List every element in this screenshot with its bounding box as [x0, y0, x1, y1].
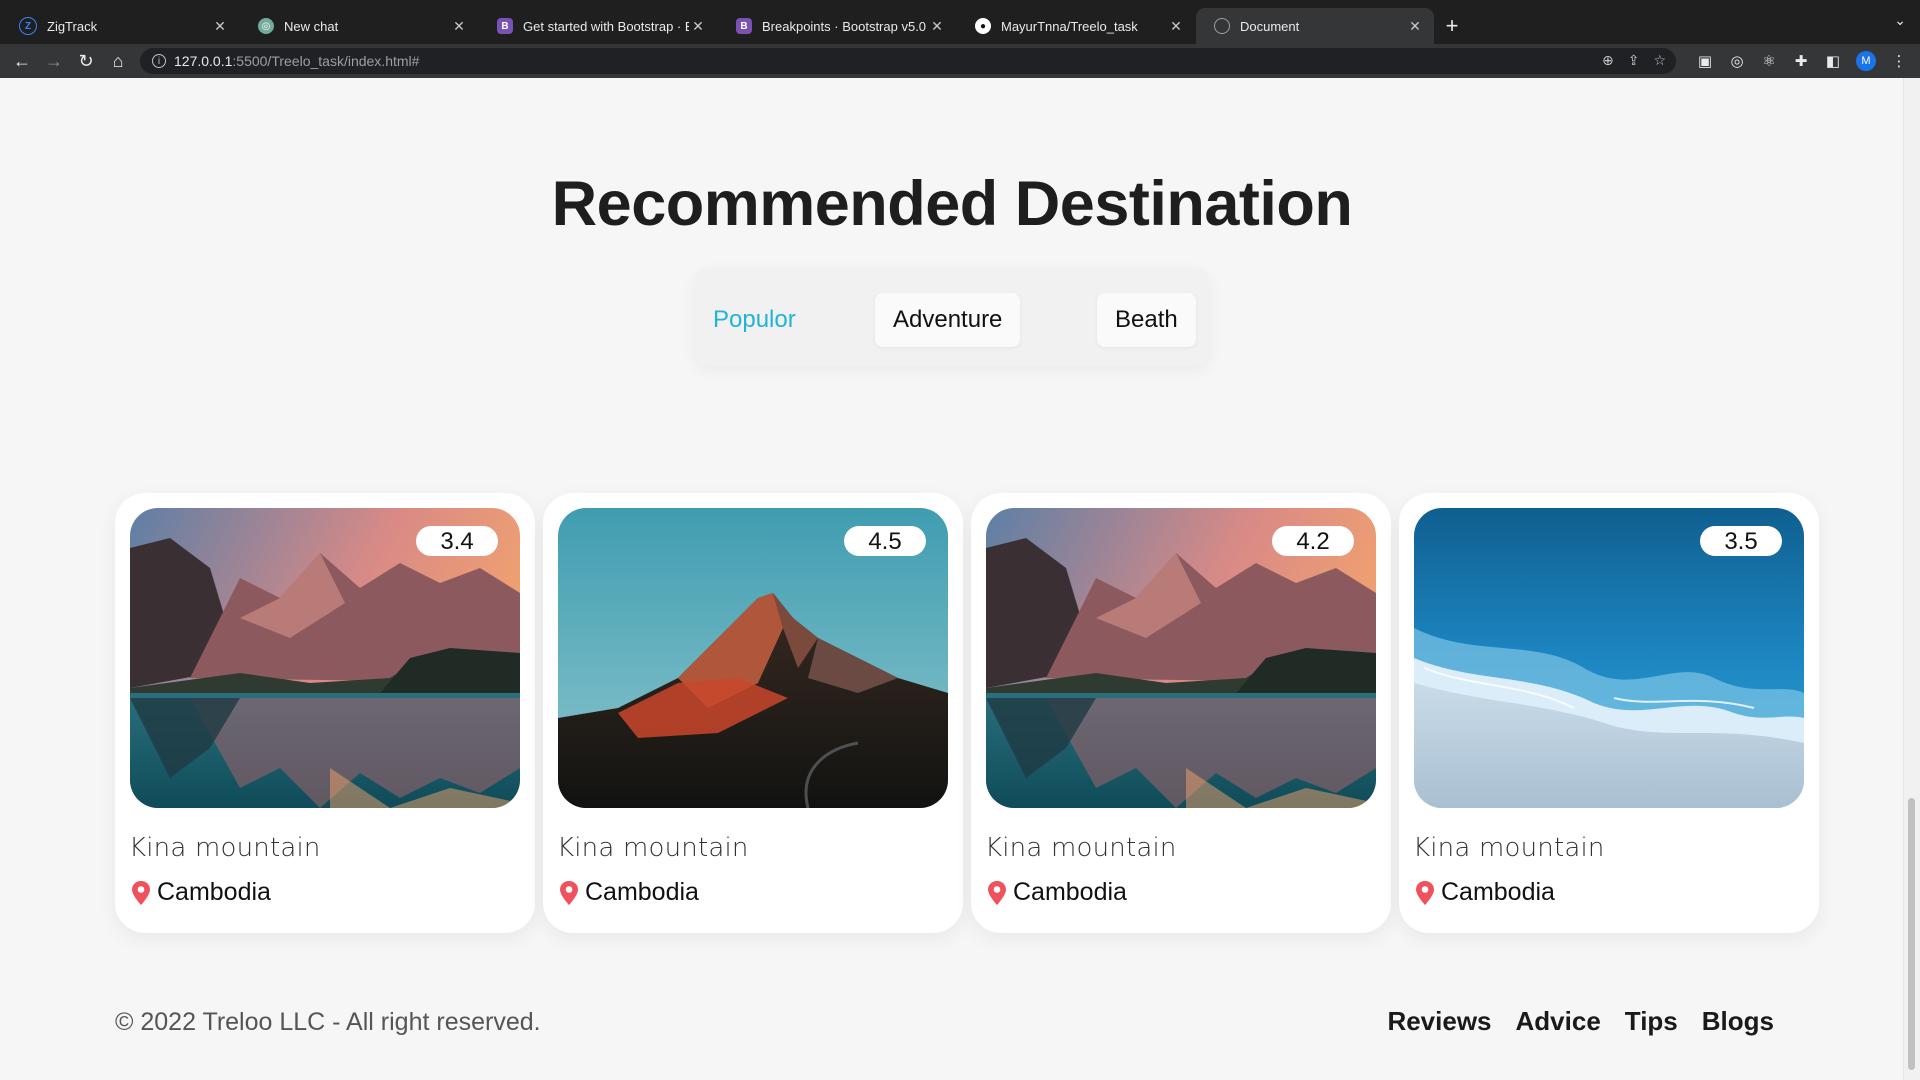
browser-toolbar: ← → ↻ ⌂ i 127.0.0.1 :5500/Treelo_task/in… — [0, 44, 1920, 78]
bootstrap-icon: B — [736, 18, 752, 34]
chatgpt-icon: ◎ — [258, 18, 274, 34]
tab-title: ZigTrack — [47, 18, 98, 34]
location-pin-icon — [560, 880, 578, 905]
destination-photo-ocean-beach: 3.5 — [1414, 508, 1804, 808]
destination-photo-lake-mountain: 4.2 — [986, 508, 1376, 808]
browser-tab[interactable]: B Breakpoints · Bootstrap v5.0 ✕ — [718, 8, 956, 44]
destination-name: Kina mountain — [557, 833, 749, 863]
destination-name: Kina mountain — [1413, 833, 1605, 863]
browser-tab[interactable]: ● MayurTnna/Treelo_task ✕ — [957, 8, 1195, 44]
section-title: Recommended Destination — [551, 169, 1353, 239]
filter-tab-popular[interactable]: Populor — [695, 293, 814, 347]
destination-photo-lake-mountain: 3.4 — [130, 508, 520, 808]
destination-card[interactable]: 3.5 Kina mountain Cambodia — [1399, 493, 1819, 933]
destination-country: Cambodia — [1013, 878, 1127, 906]
location-pin-icon — [988, 880, 1006, 905]
zoom-icon[interactable]: ⊕ — [1602, 52, 1614, 69]
destination-country: Cambodia — [157, 878, 271, 906]
reload-icon[interactable]: ↻ — [70, 51, 102, 72]
footer-nav: Reviews Advice Tips Blogs — [1387, 1006, 1774, 1037]
zigtrack-icon: Z — [19, 17, 37, 35]
home-icon[interactable]: ⌂ — [102, 51, 134, 72]
rating-badge: 3.4 — [416, 526, 498, 556]
url-host: 127.0.0.1 — [174, 53, 233, 69]
extension-target-icon[interactable]: ◎ — [1728, 52, 1746, 70]
destination-country: Cambodia — [585, 878, 699, 906]
browser-tab[interactable]: ◎ New chat ✕ — [240, 8, 478, 44]
forward-arrow-icon[interactable]: → — [38, 51, 70, 72]
extensions-puzzle-icon[interactable]: ✚ — [1792, 52, 1810, 70]
destination-name: Kina mountain — [129, 833, 321, 863]
tab-title: MayurTnna/Treelo_task — [1001, 18, 1138, 34]
footer-link-tips[interactable]: Tips — [1625, 1006, 1678, 1037]
close-icon[interactable]: ✕ — [450, 18, 468, 35]
tab-title: New chat — [284, 18, 339, 34]
browser-tab-bar: Z ZigTrack ✕ ◎ New chat ✕ B Get started … — [0, 0, 1920, 44]
destination-location: Cambodia — [987, 878, 1127, 907]
browser-tab[interactable]: Z ZigTrack ✕ — [1, 8, 239, 44]
menu-kebab-icon[interactable]: ⋮ — [1890, 52, 1908, 70]
side-panel-icon[interactable]: ◧ — [1824, 52, 1842, 70]
globe-icon — [1214, 18, 1230, 34]
filter-tab-beach[interactable]: Beath — [1097, 293, 1196, 347]
rating-badge: 4.5 — [844, 526, 926, 556]
footer-link-reviews[interactable]: Reviews — [1387, 1006, 1491, 1037]
new-tab-button[interactable]: + — [1434, 8, 1470, 44]
close-icon[interactable]: ✕ — [1167, 18, 1185, 35]
page-content: Recommended Destination Populor Adventur… — [0, 78, 1904, 1080]
filter-tab-adventure[interactable]: Adventure — [875, 293, 1021, 347]
rating-badge: 4.2 — [1272, 526, 1354, 556]
site-info-icon[interactable]: i — [152, 54, 166, 68]
url-path: :5500/Treelo_task/index.html# — [232, 53, 420, 69]
close-icon[interactable]: ✕ — [1406, 18, 1424, 35]
page-scrollbar[interactable] — [1903, 78, 1920, 1080]
scrollbar-thumb[interactable] — [1908, 798, 1915, 1070]
extensions-area: ▣ ◎ ⚛ ✚ ◧ M ⋮ — [1696, 44, 1908, 78]
destination-card[interactable]: 3.4 Kina mountain Cambodia — [115, 493, 535, 933]
footer-link-advice[interactable]: Advice — [1516, 1006, 1601, 1037]
tab-title: Breakpoints · Bootstrap v5.0 — [762, 18, 927, 34]
browser-tab-active[interactable]: Document ✕ — [1196, 8, 1434, 44]
rating-badge: 3.5 — [1700, 526, 1782, 556]
address-bar[interactable]: i 127.0.0.1 :5500/Treelo_task/index.html… — [140, 48, 1676, 74]
destination-card[interactable]: 4.2 Kina mountain Cambodia — [971, 493, 1391, 933]
footer-link-blogs[interactable]: Blogs — [1702, 1006, 1774, 1037]
footer-copyright: © 2022 Treloo LLC - All right reserved. — [115, 1008, 541, 1036]
tab-title: Get started with Bootstrap · Bo — [523, 18, 689, 34]
close-icon[interactable]: ✕ — [211, 18, 229, 35]
category-filter: Populor Adventure Beath — [695, 268, 1209, 366]
close-icon[interactable]: ✕ — [689, 18, 707, 35]
back-arrow-icon[interactable]: ← — [6, 51, 38, 72]
close-icon[interactable]: ✕ — [928, 18, 946, 35]
destination-location: Cambodia — [131, 878, 271, 907]
destination-country: Cambodia — [1441, 878, 1555, 906]
destination-name: Kina mountain — [985, 833, 1177, 863]
profile-avatar[interactable]: M — [1856, 51, 1876, 71]
browser-tab[interactable]: B Get started with Bootstrap · Bo ✕ — [479, 8, 717, 44]
github-icon: ● — [975, 18, 991, 34]
destination-photo-desert-peak: 4.5 — [558, 508, 948, 808]
bootstrap-icon: B — [497, 18, 513, 34]
location-pin-icon — [132, 880, 150, 905]
location-pin-icon — [1416, 880, 1434, 905]
bookmark-star-icon[interactable]: ☆ — [1653, 52, 1666, 69]
share-icon[interactable]: ⇪ — [1628, 52, 1640, 69]
destination-card[interactable]: 4.5 Kina mountain Cambodia — [543, 493, 963, 933]
extension-b-icon[interactable]: ▣ — [1696, 52, 1714, 70]
destination-location: Cambodia — [559, 878, 699, 907]
tab-title: Document — [1240, 18, 1300, 34]
destination-location: Cambodia — [1415, 878, 1555, 907]
tab-search-chevron-icon[interactable]: ⌄ — [1894, 12, 1906, 29]
extension-react-icon[interactable]: ⚛ — [1760, 52, 1778, 70]
